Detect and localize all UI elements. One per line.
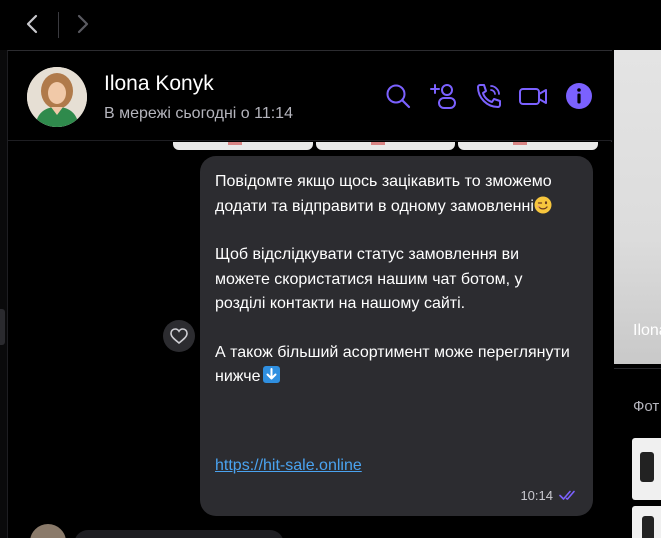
website-link[interactable]: https://hit-sale.online (215, 457, 362, 475)
like-reaction-button[interactable] (163, 320, 195, 352)
contact-avatar[interactable] (27, 67, 87, 127)
message-list[interactable]: Повідомте якщо щось зацікавить то зможем… (8, 142, 612, 538)
add-participant-icon (430, 84, 456, 109)
voice-call-icon (477, 84, 501, 108)
title-bar (0, 0, 661, 50)
outgoing-message[interactable]: Повідомте якщо щось зацікавить то зможем… (200, 156, 593, 516)
chat-list-edge (0, 50, 7, 538)
double-check-icon (559, 490, 575, 500)
conversation-panel: Ilona Konyk В мережі сьогодні о 11:14 По… (7, 50, 612, 538)
chevron-left-icon (26, 14, 38, 34)
sender-avatar[interactable] (28, 522, 68, 538)
search-icon (386, 84, 411, 109)
divider (614, 368, 661, 369)
back-button[interactable] (19, 10, 45, 38)
contact-info-panel: Ilona Фот (613, 50, 661, 538)
photo-thumbnail[interactable] (173, 142, 313, 150)
avatar-image (27, 67, 87, 127)
info-icon (566, 83, 592, 109)
message-text: Повідомте якщо щось зацікавить то зможем… (215, 173, 552, 215)
info-button[interactable] (564, 81, 594, 111)
heart-icon (170, 328, 188, 344)
add-participant-button[interactable] (429, 81, 459, 111)
message-time: 10:14 (520, 488, 553, 503)
resize-handle[interactable] (0, 309, 5, 345)
conversation-header: Ilona Konyk В мережі сьогодні о 11:14 (8, 51, 612, 141)
contact-name[interactable]: Ilona Konyk (104, 72, 214, 96)
winking-face-emoji (534, 196, 552, 213)
video-call-button[interactable] (518, 81, 548, 111)
message-paragraph: Повідомте якщо щось зацікавить то зможем… (215, 170, 577, 219)
media-section-label: Фот (633, 398, 660, 415)
chevron-right-icon (77, 14, 89, 34)
viber-window: Ilona Konyk В мережі сьогодні о 11:14 По… (0, 0, 661, 538)
contact-last-seen: В мережі сьогодні о 11:14 (104, 105, 293, 122)
media-thumbnail[interactable] (632, 506, 661, 538)
search-button[interactable] (383, 81, 413, 111)
message-paragraph: А також більший асортимент може переглян… (215, 341, 577, 390)
photo-thumbnail[interactable] (458, 142, 599, 150)
photo-thumbnail[interactable] (315, 142, 456, 150)
voice-call-button[interactable] (474, 81, 504, 111)
video-call-icon (519, 88, 547, 105)
down-arrow-emoji (262, 366, 280, 383)
info-contact-name: Ilona (633, 322, 661, 339)
previous-photos[interactable] (173, 142, 599, 150)
nav-divider (58, 12, 59, 38)
forward-button[interactable] (70, 10, 96, 38)
media-thumbnail[interactable] (632, 438, 661, 500)
contact-photo-large[interactable] (614, 50, 661, 364)
incoming-message[interactable] (74, 530, 284, 538)
message-paragraph: Щоб відслідкувати статус замовлення ви м… (215, 246, 523, 312)
